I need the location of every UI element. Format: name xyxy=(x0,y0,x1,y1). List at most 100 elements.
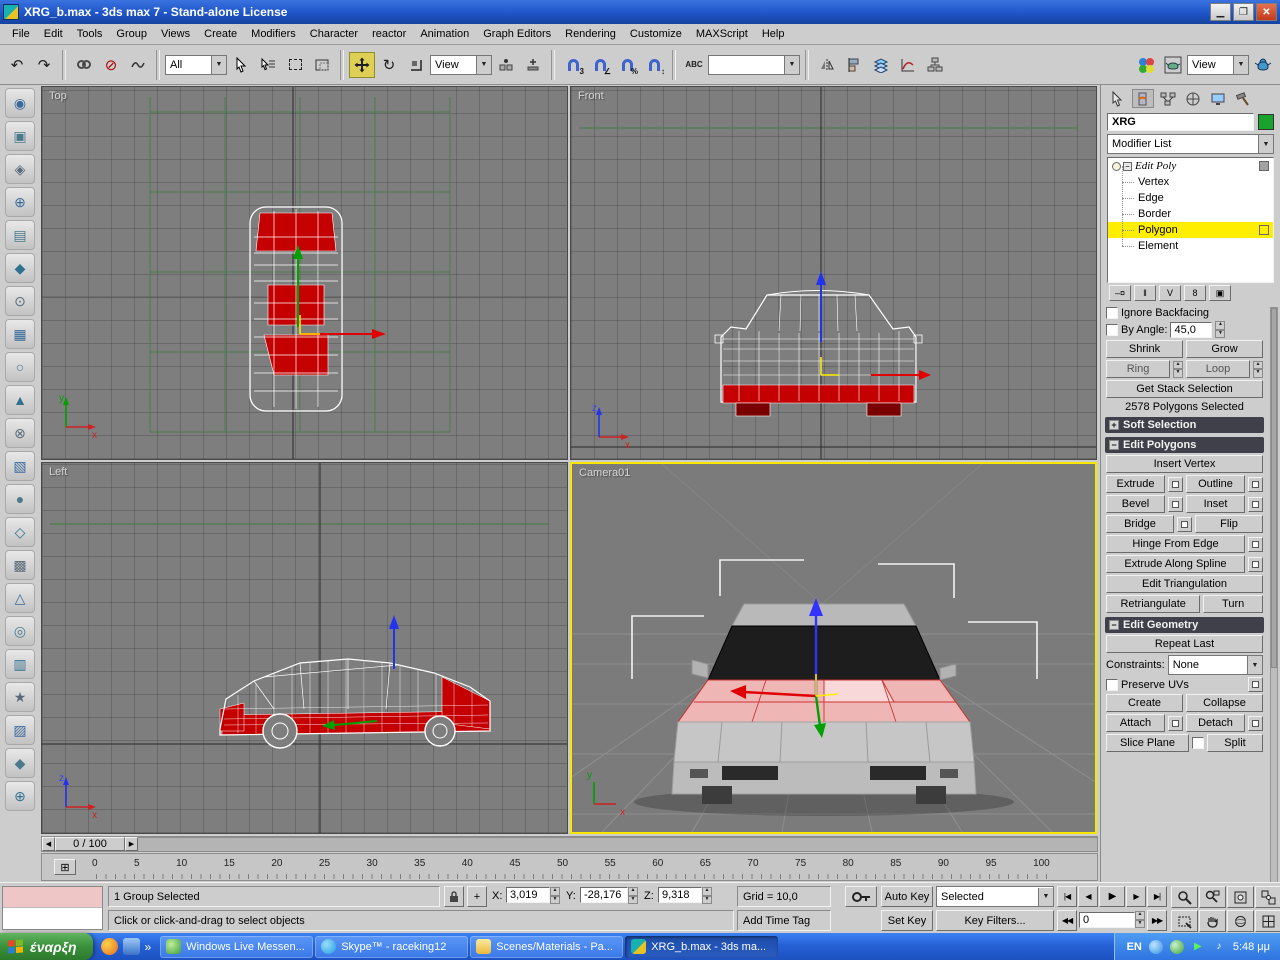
stack-subobject-vertex[interactable]: Vertex xyxy=(1108,174,1273,190)
x-spinner[interactable]: ▲▼ xyxy=(550,887,560,904)
next-frame-icon[interactable]: ▶ xyxy=(1126,886,1146,907)
show-end-result-icon[interactable]: ‖ xyxy=(1134,285,1156,301)
create-button[interactable]: Create xyxy=(1106,694,1183,712)
ring-spinner[interactable]: ▲▼ xyxy=(1173,361,1183,378)
selection-filter-dropdown[interactable]: All▼ xyxy=(165,55,227,75)
taskbar-task-messenger[interactable]: Windows Live Messen... xyxy=(160,936,313,958)
menu-views[interactable]: Views xyxy=(154,25,197,43)
make-unique-icon[interactable]: V xyxy=(1159,285,1181,301)
zoom-extents-all-icon[interactable] xyxy=(1255,886,1280,908)
reactor-tool-icon-18[interactable]: ▥ xyxy=(5,649,35,679)
attach-button[interactable]: Attach xyxy=(1106,714,1165,732)
add-time-tag[interactable]: Add Time Tag xyxy=(737,910,831,931)
keyboard-override-icon[interactable]: ABC xyxy=(681,52,707,78)
key-mode-toggle-icon[interactable]: ◀◀ xyxy=(1057,910,1077,931)
stack-subobject-edge[interactable]: Edge xyxy=(1108,190,1273,206)
tab-motion-icon[interactable] xyxy=(1182,89,1204,108)
key-filters-button[interactable]: Key Filters... xyxy=(936,910,1054,931)
snap-toggle-icon[interactable]: 3 xyxy=(560,52,586,78)
menu-edit[interactable]: Edit xyxy=(37,25,70,43)
menu-help[interactable]: Help xyxy=(755,25,792,43)
collapse-button[interactable]: Collapse xyxy=(1186,694,1263,712)
bridge-settings-icon[interactable] xyxy=(1177,517,1192,532)
stack-modifier-row[interactable]: − Edit Poly xyxy=(1108,158,1273,174)
hinge-from-edge-button[interactable]: Hinge From Edge xyxy=(1106,535,1245,553)
absolute-offset-toggle-icon[interactable]: + xyxy=(467,886,487,907)
outline-settings-icon[interactable] xyxy=(1248,477,1263,492)
bevel-settings-icon[interactable] xyxy=(1168,497,1183,512)
extrude-spline-settings-icon[interactable] xyxy=(1248,557,1263,572)
menu-maxscript[interactable]: MAXScript xyxy=(689,25,755,43)
clock[interactable]: 5:48 μμ xyxy=(1233,941,1270,953)
tray-icon-network[interactable] xyxy=(1149,940,1163,954)
menu-character[interactable]: Character xyxy=(303,25,365,43)
set-key-button[interactable]: Set Key xyxy=(881,910,933,931)
stack-subobject-border[interactable]: Border xyxy=(1108,206,1273,222)
reactor-tool-icon-14[interactable]: ◇ xyxy=(5,517,35,547)
z-spinner[interactable]: ▲▼ xyxy=(702,887,712,904)
zoom-icon[interactable] xyxy=(1171,886,1198,908)
firefox-icon[interactable] xyxy=(101,938,118,955)
hinge-settings-icon[interactable] xyxy=(1248,537,1263,552)
tab-utilities-icon[interactable] xyxy=(1232,89,1254,108)
frame-spinner[interactable]: ▲▼ xyxy=(1135,911,1145,928)
tab-modify-icon[interactable] xyxy=(1132,89,1154,108)
reactor-tool-icon-2[interactable]: ▣ xyxy=(5,121,35,151)
tab-display-icon[interactable] xyxy=(1207,89,1229,108)
split-checkbox[interactable] xyxy=(1192,737,1204,749)
menu-animation[interactable]: Animation xyxy=(413,25,476,43)
time-slider-thumb[interactable]: 0 / 100 xyxy=(55,837,125,851)
current-frame-field[interactable]: 0 xyxy=(1079,912,1135,928)
select-object-icon[interactable] xyxy=(228,52,254,78)
angle-snap-icon[interactable]: ∠ xyxy=(587,52,613,78)
menu-modifiers[interactable]: Modifiers xyxy=(244,25,303,43)
menu-tools[interactable]: Tools xyxy=(70,25,110,43)
soft-selection-rollout-header[interactable]: +Soft Selection xyxy=(1105,417,1264,433)
pin-stack-icon[interactable]: –¤ xyxy=(1109,285,1131,301)
use-pivot-point-icon[interactable] xyxy=(493,52,519,78)
named-selection-dropdown[interactable]: ▼ xyxy=(708,55,800,75)
key-filter-set-dropdown[interactable]: Selected▼ xyxy=(936,886,1054,907)
select-and-scale-icon[interactable] xyxy=(403,52,429,78)
viewport-left[interactable]: Left xyxy=(41,462,568,834)
reactor-tool-icon-6[interactable]: ◆ xyxy=(5,253,35,283)
menu-graph-editors[interactable]: Graph Editors xyxy=(476,25,558,43)
by-angle-spinner[interactable]: ▲▼ xyxy=(1215,321,1225,338)
loop-button[interactable]: Loop xyxy=(1186,360,1250,378)
grow-button[interactable]: Grow xyxy=(1186,340,1263,358)
loop-spinner[interactable]: ▲▼ xyxy=(1253,361,1263,378)
preserve-uvs-settings-icon[interactable] xyxy=(1248,677,1263,692)
z-coordinate-field[interactable]: 9,318 xyxy=(658,887,702,903)
minimize-button[interactable]: ▁ xyxy=(1210,3,1231,21)
extrude-along-spline-button[interactable]: Extrude Along Spline xyxy=(1106,555,1245,573)
quick-render-icon[interactable] xyxy=(1250,52,1276,78)
maxscript-mini-listener[interactable] xyxy=(2,886,103,930)
reactor-tool-icon-3[interactable]: ◈ xyxy=(5,154,35,184)
arc-rotate-icon[interactable] xyxy=(1227,910,1254,932)
constraints-dropdown[interactable]: None▼ xyxy=(1168,655,1263,675)
modifier-toggle-square[interactable] xyxy=(1259,161,1269,171)
x-coordinate-field[interactable]: 3,019 xyxy=(506,887,550,903)
extrude-button[interactable]: Extrude xyxy=(1106,475,1165,493)
reactor-tool-icon-19[interactable]: ★ xyxy=(5,682,35,712)
reactor-tool-icon-4[interactable]: ⊕ xyxy=(5,187,35,217)
flip-button[interactable]: Flip xyxy=(1195,515,1263,533)
by-angle-checkbox[interactable] xyxy=(1106,324,1118,336)
reactor-tool-icon-1[interactable]: ◉ xyxy=(5,88,35,118)
spinner-snap-icon[interactable]: ↕ xyxy=(641,52,667,78)
material-editor-icon[interactable] xyxy=(1133,52,1159,78)
menu-file[interactable]: File xyxy=(5,25,37,43)
tab-hierarchy-icon[interactable] xyxy=(1157,89,1179,108)
play-animation-icon[interactable]: ▶ xyxy=(1099,886,1125,907)
tab-create-icon[interactable] xyxy=(1107,89,1129,108)
detach-settings-icon[interactable] xyxy=(1248,716,1263,731)
reactor-tool-icon-22[interactable]: ⊕ xyxy=(5,781,35,811)
select-and-manipulate-icon[interactable] xyxy=(520,52,546,78)
unlink-selection-icon[interactable]: ⊘ xyxy=(98,52,124,78)
render-scene-icon[interactable] xyxy=(1160,52,1186,78)
tray-icon-volume[interactable]: ♪ xyxy=(1212,940,1226,954)
min-max-toggle-icon[interactable] xyxy=(1255,910,1280,932)
tray-icon-play[interactable]: ▶ xyxy=(1191,940,1205,954)
show-desktop-icon[interactable] xyxy=(123,938,140,955)
viewport-left-label[interactable]: Left xyxy=(49,466,67,478)
